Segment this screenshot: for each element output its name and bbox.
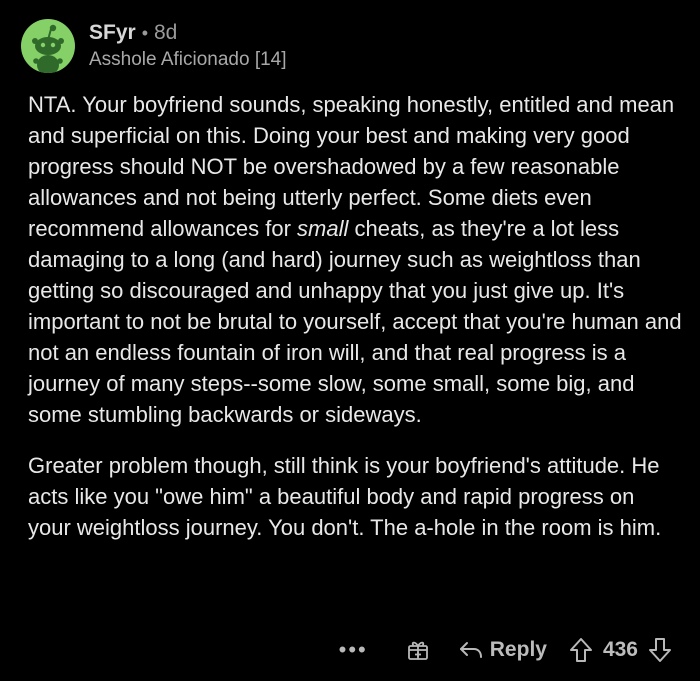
comment-actions: ••• Reply 436 <box>339 632 672 668</box>
comment-header: SFyr • 8d Asshole Aficionado [14] <box>21 18 287 74</box>
comment-paragraph-2: Greater problem though, still think is y… <box>28 453 662 540</box>
vote-score: 436 <box>602 638 638 661</box>
reply-arrow-icon <box>459 642 482 658</box>
separator-dot: • <box>141 22 148 43</box>
more-options-icon[interactable]: ••• <box>339 639 368 661</box>
user-avatar[interactable] <box>21 19 75 73</box>
comment-body: NTA. Your boyfriend sounds, speaking hon… <box>28 89 683 543</box>
comment-paragraph-1: NTA. Your boyfriend sounds, speaking hon… <box>28 89 683 430</box>
upvote-arrow-icon[interactable] <box>569 637 593 663</box>
downvote-arrow-icon[interactable] <box>648 637 672 663</box>
comment-age: 8d <box>154 20 178 44</box>
author-line: SFyr • 8d <box>89 21 287 45</box>
paragraph-1-text-b: cheats, as they're a lot less damaging t… <box>28 216 682 427</box>
reply-label: Reply <box>489 638 547 661</box>
gift-award-icon[interactable] <box>406 638 430 662</box>
snoo-avatar-icon <box>32 24 64 73</box>
emphasis-small: small <box>297 216 349 241</box>
reply-button[interactable]: Reply <box>458 638 547 662</box>
comment-card: SFyr • 8d Asshole Aficionado [14] NTA. Y… <box>0 0 700 681</box>
user-flair: Asshole Aficionado [14] <box>89 48 287 70</box>
vote-controls: 436 <box>569 637 672 663</box>
author-meta: SFyr • 8d Asshole Aficionado [14] <box>89 21 287 72</box>
username[interactable]: SFyr <box>89 21 136 45</box>
